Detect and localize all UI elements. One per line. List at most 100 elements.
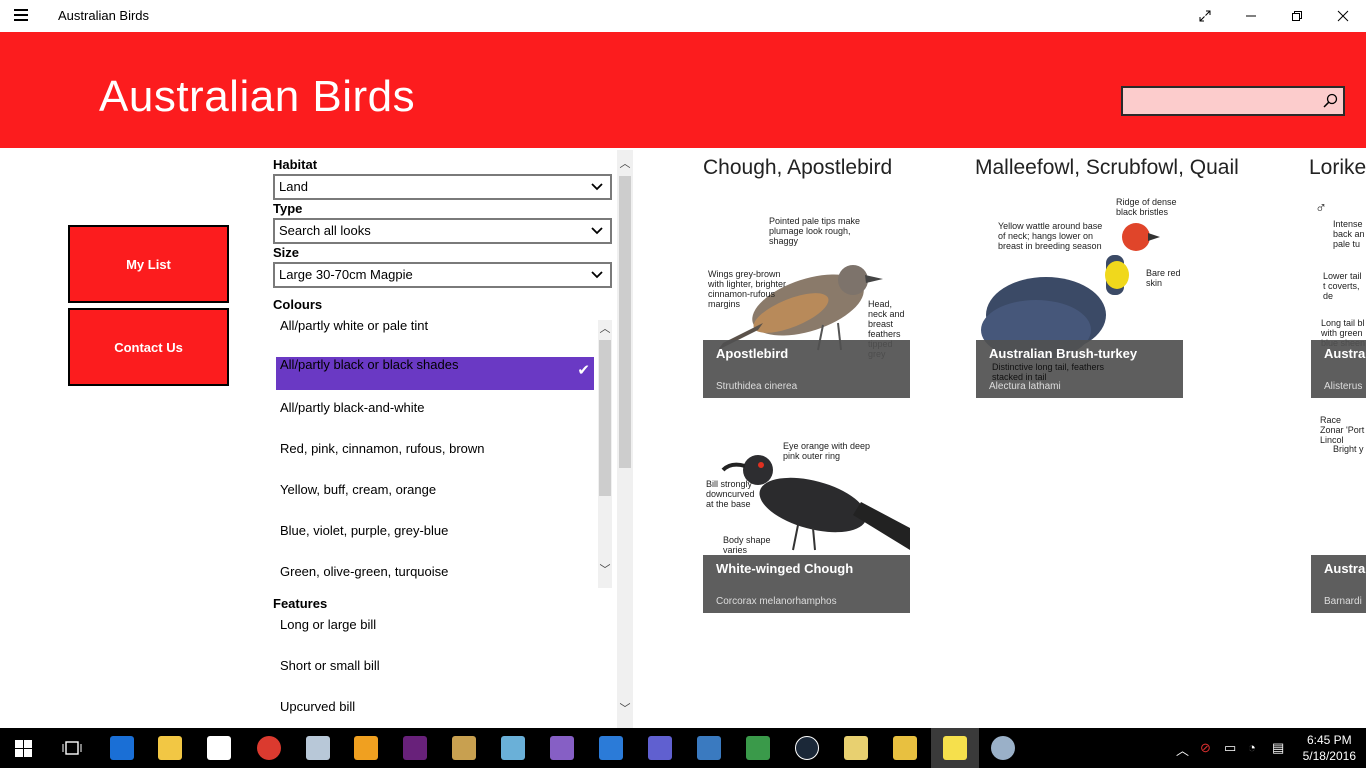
title-bar: Australian Birds	[0, 0, 1366, 32]
colour-option-selected[interactable]: All/partly black or black shades ✔	[276, 357, 594, 390]
male-symbol-icon: ♂	[1315, 200, 1327, 217]
bird-name: Australian Brush-turkey	[989, 346, 1138, 361]
paint-icon[interactable]	[991, 736, 1015, 760]
chevron-up-icon[interactable]: ︿	[1176, 740, 1189, 759]
visual-studio-code-icon[interactable]	[599, 736, 623, 760]
annotation: Distinctive long tail, feathers stacked …	[992, 362, 1105, 382]
chevron-down-icon	[591, 183, 603, 191]
chevron-down-icon	[591, 227, 603, 235]
card-caption: White-winged Chough Corcorax melanorhamp…	[703, 555, 910, 613]
scroll-up-icon[interactable]: ︿	[619, 158, 631, 170]
bird-card[interactable]: Pointed pale tips make plumage look roug…	[703, 195, 910, 398]
window-title: Australian Birds	[58, 8, 150, 23]
bird-name: Austral	[1324, 346, 1366, 361]
feature-option-label: Long or large bill	[280, 617, 377, 632]
search-input[interactable]	[1123, 88, 1313, 114]
colour-option[interactable]: Red, pink, cinnamon, rufous, brown	[276, 441, 594, 474]
card-caption: Apostlebird Struthidea cinerea	[703, 340, 910, 398]
visual-studio-2-icon[interactable]	[550, 736, 574, 760]
store-icon[interactable]	[207, 736, 231, 760]
bird-card[interactable]: Austral Barnardi	[1311, 555, 1366, 613]
scroll-down-icon[interactable]: ﹀	[599, 564, 611, 576]
scientific-name: Struthidea cinerea	[716, 381, 798, 392]
edge-icon[interactable]	[110, 736, 134, 760]
feature-option-label: Upcurved bill	[280, 699, 356, 714]
colour-option-label: All/partly black or black shades	[280, 357, 459, 372]
colours-scroll-thumb[interactable]	[599, 340, 611, 496]
clock-time: 6:45 PM	[1306, 733, 1352, 747]
folder-icon[interactable]	[844, 736, 868, 760]
birds-app-icon[interactable]	[943, 736, 967, 760]
scroll-up-icon[interactable]: ︿	[599, 323, 611, 335]
antivirus-icon[interactable]: ⊘	[1200, 740, 1211, 756]
size-value: Large 30-70cm Magpie	[279, 267, 413, 282]
colour-option[interactable]: Yellow, buff, cream, orange	[276, 482, 594, 515]
features-label: Features	[273, 596, 328, 611]
scroll-down-icon[interactable]: ﹀	[619, 703, 631, 715]
bird-name: White-winged Chough	[716, 561, 854, 576]
bird-card[interactable]: Eye orange with deep pink outer ring Bil…	[703, 410, 910, 613]
bird-card[interactable]: ♂ Intense back an pale tu Lower tail t c…	[1311, 195, 1366, 398]
wifi-icon[interactable]: ◔	[1248, 740, 1256, 755]
search-box[interactable]	[1121, 86, 1345, 116]
task-view-icon[interactable]	[62, 740, 82, 756]
start-icon[interactable]	[15, 740, 32, 757]
outlook-icon[interactable]	[354, 736, 378, 760]
colours-scrollbar[interactable]: ︿ ﹀	[598, 320, 612, 588]
annotation: Ridge of dense black bristles	[1116, 197, 1177, 217]
habitat-select[interactable]: Land	[273, 174, 612, 200]
scientific-name: Barnardi	[1324, 596, 1362, 607]
colour-option-label: All/partly white or pale tint	[280, 318, 429, 333]
colour-option[interactable]: All/partly black-and-white	[276, 400, 594, 433]
excel-file-icon[interactable]	[746, 736, 770, 760]
group-title: Lorike	[1309, 156, 1366, 179]
remote-desktop-icon[interactable]	[306, 736, 330, 760]
app-icon[interactable]	[697, 736, 721, 760]
scientific-name: Alectura lathami	[989, 381, 1061, 392]
notepad-icon[interactable]	[501, 736, 525, 760]
bird-card[interactable]: Ridge of dense black bristles Yellow wat…	[976, 195, 1183, 398]
annotation: Eye orange with deep pink outer ring	[783, 441, 871, 461]
group-title: Chough, Apostlebird	[703, 156, 893, 179]
annotation: Bare red skin	[1146, 268, 1181, 288]
colour-option[interactable]: Green, olive-green, turquoise	[276, 564, 594, 597]
annotation: Lower tail t coverts, de	[1323, 271, 1362, 301]
hamburger-menu-icon[interactable]	[14, 9, 32, 23]
colour-option[interactable]: All/partly white or pale tint	[276, 318, 594, 351]
annotation: Pointed pale tips make plumage look roug…	[769, 216, 861, 246]
feature-option[interactable]: Long or large bill	[276, 617, 594, 650]
colour-option[interactable]: Blue, violet, purple, grey-blue	[276, 523, 594, 556]
filters-scrollbar[interactable]: ︿ ﹀	[617, 150, 633, 728]
steam-icon[interactable]	[795, 736, 819, 760]
notification-icon[interactable]: ▤	[1272, 740, 1284, 756]
minimize-icon[interactable]	[1228, 0, 1274, 32]
chevron-down-icon	[591, 271, 603, 279]
search-icon[interactable]	[1321, 92, 1339, 110]
size-select[interactable]: Large 30-70cm Magpie	[273, 262, 612, 288]
feature-option[interactable]: Short or small bill	[276, 658, 594, 691]
restore-icon[interactable]	[1274, 0, 1320, 32]
visual-studio-icon[interactable]	[403, 736, 427, 760]
scientific-name: Corcorax melanorhamphos	[716, 596, 837, 607]
annotation: Bill strongly downcurved at the base	[706, 479, 755, 509]
bird-name: Apostlebird	[716, 346, 789, 361]
folder-2-icon[interactable]	[893, 736, 917, 760]
clock[interactable]: 6:45 PM 5/18/2016	[1303, 732, 1356, 764]
contact-us-button[interactable]: Contact Us	[68, 308, 229, 386]
file-explorer-icon[interactable]	[158, 736, 182, 760]
card-caption: Australian Brush-turkey Distinctive long…	[976, 340, 1183, 398]
colour-option-label: Red, pink, cinnamon, rufous, brown	[280, 441, 485, 456]
type-value: Search all looks	[279, 223, 371, 238]
my-list-button[interactable]: My List	[68, 225, 229, 303]
filters-scroll-thumb[interactable]	[619, 176, 631, 468]
annotation: Bright y	[1333, 444, 1364, 454]
page-title: Australian Birds	[99, 72, 416, 121]
infinity-icon[interactable]	[648, 736, 672, 760]
type-select[interactable]: Search all looks	[273, 218, 612, 244]
taskbar: ︿ ⊘ ▭ ◔ ▤ 6:45 PM 5/18/2016	[0, 728, 1366, 768]
tools-icon[interactable]	[452, 736, 476, 760]
full-screen-icon[interactable]	[1182, 0, 1228, 32]
battery-icon[interactable]: ▭	[1224, 740, 1236, 756]
chrome-icon[interactable]	[257, 736, 281, 760]
close-icon[interactable]	[1320, 0, 1366, 32]
